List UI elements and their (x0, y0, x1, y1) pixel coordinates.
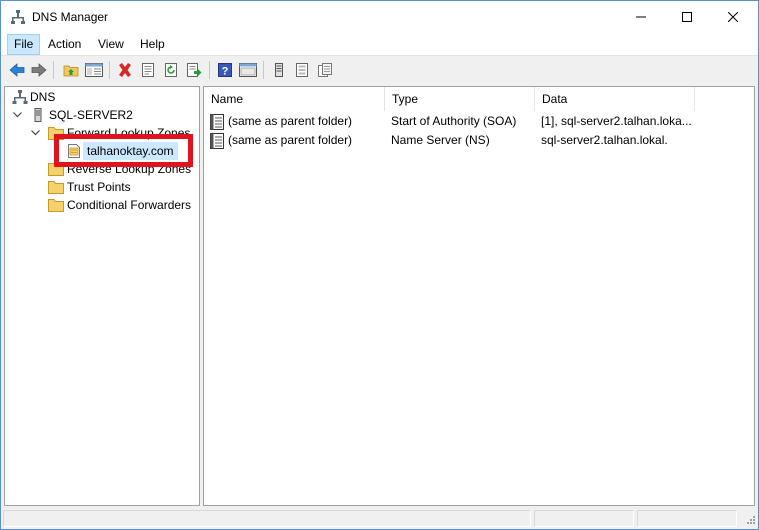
properties-icon (142, 63, 154, 77)
delete-button[interactable] (115, 60, 135, 80)
tree-label-trust-points: Trust Points (67, 180, 131, 194)
resize-grip-icon[interactable] (744, 515, 756, 527)
menu-bar: File Action View Help (1, 33, 758, 56)
up-folder-button[interactable] (61, 60, 81, 80)
highlight-annotation-box (54, 134, 193, 167)
toolbar: ? (1, 57, 758, 83)
maximize-button[interactable] (664, 1, 710, 33)
forward-icon (31, 63, 47, 77)
export-list-icon (187, 63, 202, 77)
table-row[interactable]: (same as parent folder) Start of Authori… (204, 112, 754, 131)
toolbar-separator (109, 61, 110, 79)
refresh-button[interactable] (161, 60, 181, 80)
toolbar-separator (53, 61, 54, 79)
properties-button[interactable] (138, 60, 158, 80)
tree-item-server[interactable]: SQL-SERVER2 (10, 106, 195, 124)
folder-icon (48, 199, 64, 212)
show-hide-console-tree-button[interactable] (84, 60, 104, 80)
toolbar-separator (209, 61, 210, 79)
dns-icon (12, 90, 28, 104)
up-folder-icon (63, 65, 79, 77)
new-record-icon (275, 63, 283, 77)
back-button[interactable] (7, 60, 27, 80)
zone-icon (318, 63, 332, 77)
help-button[interactable]: ? (215, 60, 235, 80)
tree-label-conditional-forwarders: Conditional Forwarders (67, 198, 192, 212)
column-header-type[interactable]: Type (385, 87, 535, 111)
menu-action[interactable]: Action (42, 34, 87, 55)
new-record-button[interactable] (269, 60, 289, 80)
cell-type: Start of Authority (SOA) (391, 114, 517, 128)
minimize-icon (636, 16, 646, 18)
column-header-data[interactable]: Data (535, 87, 695, 111)
status-segment (637, 510, 737, 527)
server-icon (34, 108, 42, 122)
help-icon: ? (218, 63, 232, 78)
menu-file[interactable]: File (7, 34, 41, 55)
record-icon (210, 133, 224, 149)
folder-icon (48, 181, 64, 194)
title-bar: DNS Manager (1, 1, 758, 33)
cell-data: [1], sql-server2.talhan.loka... (541, 114, 692, 128)
update-server-button[interactable] (292, 60, 312, 80)
tree-label-server: SQL-SERVER2 (49, 108, 133, 122)
mmc-icon (239, 63, 257, 77)
maximize-icon (682, 12, 692, 22)
forward-button[interactable] (29, 60, 49, 80)
svg-text:?: ? (222, 66, 229, 78)
tree-item-conditional-forwarders[interactable]: Conditional Forwarders (10, 196, 200, 214)
expand-arrow-icon[interactable] (12, 106, 22, 124)
expand-arrow-icon[interactable] (30, 124, 40, 142)
mmc-button[interactable] (238, 60, 258, 80)
back-icon (9, 63, 25, 77)
refresh-icon (165, 63, 177, 77)
zone-button[interactable] (315, 60, 335, 80)
minimize-button[interactable] (618, 1, 664, 33)
status-segment (3, 510, 531, 527)
status-bar (1, 508, 758, 529)
close-button[interactable] (710, 1, 756, 33)
dns-manager-icon (11, 10, 25, 24)
dns-manager-window: DNS Manager File Action View Help ? DNS … (0, 0, 759, 530)
update-server-icon (296, 63, 308, 77)
table-row[interactable]: (same as parent folder) Name Server (NS)… (204, 131, 754, 150)
record-icon (210, 114, 224, 130)
cell-data: sql-server2.talhan.lokal. (541, 133, 668, 147)
tree-item-dns[interactable]: DNS (10, 88, 190, 106)
delete-icon (119, 63, 131, 77)
tree-label-dns: DNS (30, 90, 56, 104)
export-list-button[interactable] (184, 60, 204, 80)
cell-name: (same as parent folder) (228, 114, 353, 128)
cell-type: Name Server (NS) (391, 133, 490, 147)
menu-help[interactable]: Help (134, 34, 171, 55)
column-header-name[interactable]: Name (204, 87, 385, 111)
toolbar-separator (263, 61, 264, 79)
menu-view[interactable]: View (92, 34, 130, 55)
cell-name: (same as parent folder) (228, 133, 353, 147)
window-title: DNS Manager (32, 10, 109, 24)
close-icon (728, 12, 738, 22)
tree-item-trust-points[interactable]: Trust Points (10, 178, 200, 196)
show-hide-console-tree-icon (85, 63, 103, 77)
status-segment (534, 510, 634, 527)
list-header: Name Type Data (204, 87, 754, 111)
records-list-view: Name Type Data (same as parent folder) S… (203, 86, 755, 506)
